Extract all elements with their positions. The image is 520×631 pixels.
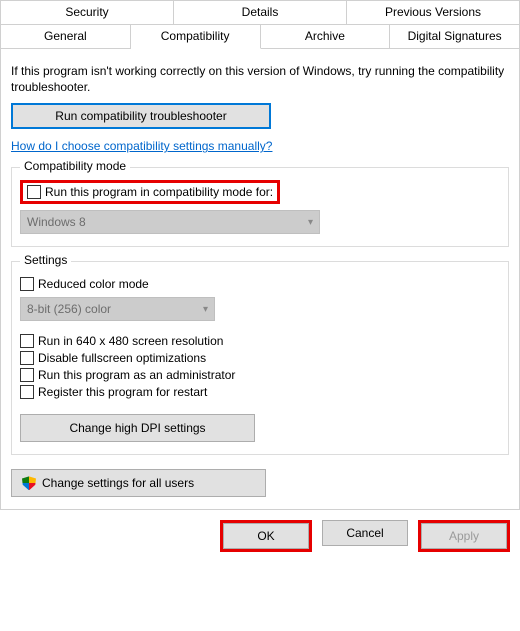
tab-general[interactable]: General — [0, 25, 131, 49]
compat-mode-label: Run this program in compatibility mode f… — [45, 185, 273, 199]
reduced-color-checkbox[interactable] — [20, 277, 34, 291]
compatibility-mode-group: Compatibility mode Run this program in c… — [11, 167, 509, 247]
run-640-label: Run in 640 x 480 screen resolution — [38, 334, 223, 348]
chevron-down-icon: ▾ — [203, 304, 208, 315]
settings-title: Settings — [20, 253, 71, 267]
highlight-compat-checkbox: Run this program in compatibility mode f… — [20, 180, 280, 204]
register-restart-label: Register this program for restart — [38, 385, 207, 399]
reduced-color-label: Reduced color mode — [38, 277, 149, 291]
tab-compatibility[interactable]: Compatibility — [131, 25, 261, 49]
disable-fullscreen-label: Disable fullscreen optimizations — [38, 351, 206, 365]
compat-mode-checkbox[interactable] — [27, 185, 41, 199]
compatibility-mode-title: Compatibility mode — [20, 159, 130, 173]
run-640-checkbox[interactable] — [20, 334, 34, 348]
shield-icon — [22, 476, 36, 490]
color-mode-select: 8-bit (256) color ▾ — [20, 297, 215, 321]
change-all-users-label: Change settings for all users — [42, 476, 194, 490]
ok-button[interactable]: OK — [223, 523, 309, 549]
change-all-users-button[interactable]: Change settings for all users — [11, 469, 266, 497]
compat-mode-select: Windows 8 ▾ — [20, 210, 320, 234]
change-dpi-button[interactable]: Change high DPI settings — [20, 414, 255, 442]
chevron-down-icon: ▾ — [308, 217, 313, 228]
register-restart-checkbox[interactable] — [20, 385, 34, 399]
tab-details[interactable]: Details — [174, 0, 347, 25]
apply-button[interactable]: Apply — [421, 523, 507, 549]
help-link[interactable]: How do I choose compatibility settings m… — [11, 139, 272, 153]
color-mode-select-value: 8-bit (256) color — [27, 302, 111, 316]
tab-archive[interactable]: Archive — [261, 25, 391, 49]
dialog-footer: OK Cancel Apply — [0, 510, 520, 552]
highlight-ok: OK — [220, 520, 312, 552]
tab-previous-versions[interactable]: Previous Versions — [347, 0, 520, 25]
run-troubleshooter-button[interactable]: Run compatibility troubleshooter — [11, 103, 271, 129]
disable-fullscreen-checkbox[interactable] — [20, 351, 34, 365]
cancel-button[interactable]: Cancel — [322, 520, 408, 546]
settings-group: Settings Reduced color mode 8-bit (256) … — [11, 261, 509, 455]
tab-content: If this program isn't working correctly … — [0, 49, 520, 510]
intro-text: If this program isn't working correctly … — [11, 63, 509, 95]
run-as-admin-label: Run this program as an administrator — [38, 368, 235, 382]
tab-strip: Security Details Previous Versions Gener… — [0, 0, 520, 49]
tab-security[interactable]: Security — [0, 0, 174, 25]
highlight-apply: Apply — [418, 520, 510, 552]
run-as-admin-checkbox[interactable] — [20, 368, 34, 382]
compat-mode-select-value: Windows 8 — [27, 215, 86, 229]
tab-digital-signatures[interactable]: Digital Signatures — [390, 25, 520, 49]
